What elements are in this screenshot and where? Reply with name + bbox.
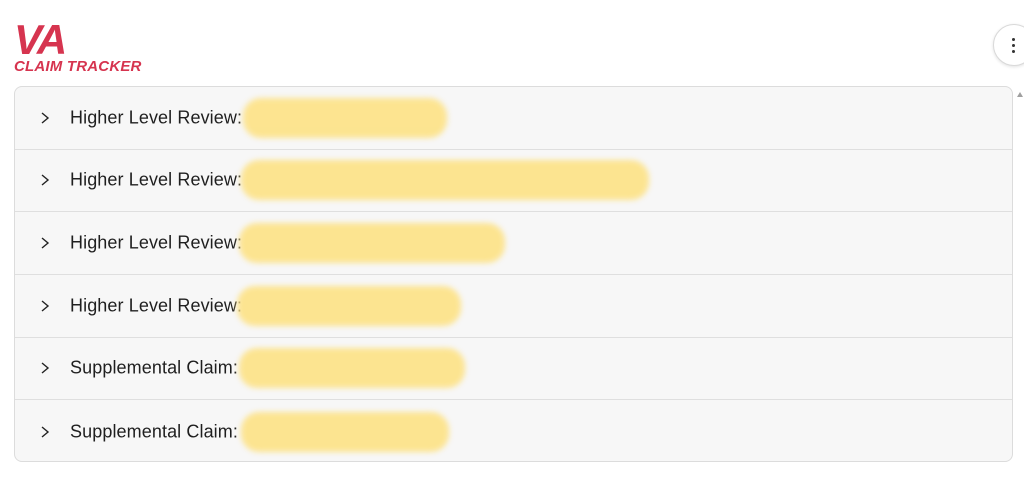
claim-type-label: Supplemental Claim:	[70, 357, 238, 378]
claim-row[interactable]: Higher Level Review:	[15, 275, 1012, 338]
claim-type-label: Higher Level Review:	[70, 232, 243, 253]
redacted-claim-detail	[237, 285, 461, 326]
claim-row[interactable]: Higher Level Review:	[15, 212, 1012, 275]
claim-row[interactable]: Higher Level Review:	[15, 87, 1012, 150]
claim-row[interactable]: Supplemental Claim:	[15, 338, 1012, 401]
chevron-right-icon	[41, 237, 50, 249]
more-options-button[interactable]	[993, 24, 1024, 66]
logo-va-text: VA	[14, 16, 67, 63]
claim-type-label: Higher Level Review:	[70, 107, 243, 128]
claim-type-label: Higher Level Review:	[70, 295, 243, 316]
chevron-right-icon	[41, 426, 50, 438]
chevron-right-icon	[41, 112, 50, 124]
claims-list: Higher Level Review: Higher Level Review…	[14, 86, 1013, 462]
chevron-right-icon	[41, 362, 50, 374]
redacted-claim-detail	[241, 411, 449, 452]
redacted-claim-detail	[241, 160, 649, 201]
claim-type-label: Supplemental Claim:	[70, 421, 238, 442]
claim-row[interactable]: Supplemental Claim:	[15, 400, 1012, 461]
claim-type-label: Higher Level Review:	[70, 169, 243, 190]
redacted-claim-detail	[239, 348, 465, 389]
claims-page: VA CLAIM TRACKER Higher Level Review: Hi…	[0, 0, 1024, 477]
redacted-claim-detail	[239, 223, 505, 264]
chevron-right-icon	[41, 174, 50, 187]
chevron-right-icon	[41, 300, 50, 312]
va-claim-tracker-logo: VA CLAIM TRACKER	[14, 16, 154, 80]
claim-row[interactable]: Higher Level Review:	[15, 150, 1012, 213]
more-vertical-icon	[1011, 37, 1015, 53]
scroll-up-arrow-icon[interactable]	[1017, 92, 1023, 97]
logo-subtitle: CLAIM TRACKER	[14, 58, 142, 75]
redacted-claim-detail	[243, 97, 447, 138]
